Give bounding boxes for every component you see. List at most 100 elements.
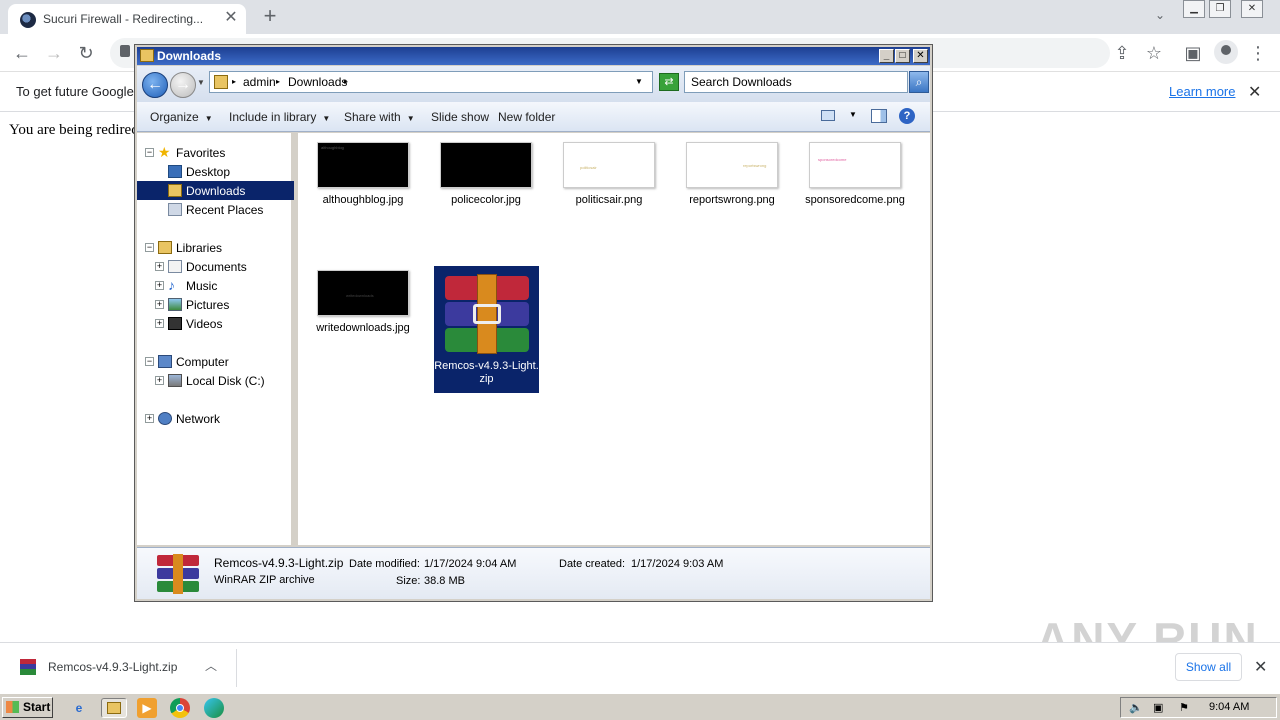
restore-window-button[interactable]: ❐ [1209,0,1231,18]
profile-avatar[interactable] [1214,40,1238,64]
collapse-icon[interactable]: − [145,243,154,252]
file-name: policecolor.jpg [451,194,521,206]
winrar-archive-icon [441,274,533,356]
file-item-selected[interactable]: Remcos-v4.9.3-Light.zip [434,266,539,393]
organize-label: Organize [150,110,199,124]
clock[interactable]: 9:04 AM [1209,701,1249,713]
nav-pictures[interactable]: + Pictures [137,295,294,314]
person-icon [1221,45,1231,55]
edge-icon[interactable] [204,698,224,718]
file-item[interactable]: althoughblog althoughblog.jpg [313,142,413,207]
show-all-button[interactable]: Show all [1175,653,1242,681]
chevron-up-icon[interactable]: ︿ [205,657,217,674]
explorer-window: Downloads _ □ ✕ ← → ▼ ▸ admin ▸ Download… [134,44,933,602]
kebab-menu-icon[interactable]: ⋮ [1246,41,1270,65]
include-in-library-button[interactable]: Include in library ▼ [229,110,330,124]
nav-desktop[interactable]: Desktop [137,162,294,181]
breadcrumb-separator-icon[interactable]: ▸ [276,77,280,86]
expand-icon[interactable]: + [155,300,164,309]
start-button[interactable]: Start [2,697,53,718]
maximize-button[interactable]: □ [895,49,910,63]
chrome-icon[interactable] [170,698,190,718]
collapse-icon[interactable]: − [145,148,154,157]
tab-title: Sucuri Firewall - Redirecting... [43,12,203,26]
expand-icon[interactable]: + [155,262,164,271]
close-button[interactable]: ✕ [913,49,928,63]
minimize-button[interactable]: _ [879,49,894,63]
change-view-icon[interactable] [821,110,835,121]
nav-music[interactable]: + ♪ Music [137,276,294,295]
chevron-down-icon[interactable]: ⌄ [1150,8,1170,28]
forward-button[interactable]: → [170,72,196,98]
slide-show-button[interactable]: Slide show [431,110,489,124]
breadcrumb-admin[interactable]: admin [243,75,276,89]
downloads-folder-icon [168,184,182,197]
network-tray-icon[interactable]: ▣ [1153,701,1163,714]
address-dropdown-icon[interactable]: ▼ [635,77,643,86]
help-icon[interactable]: ? [899,108,915,124]
expand-icon[interactable]: + [155,281,164,290]
file-item[interactable]: writedownloads writedownloads.jpg [313,270,413,335]
close-window-button[interactable]: ✕ [1241,0,1263,18]
refresh-icon[interactable]: ⇄ [659,73,679,91]
nav-computer[interactable]: − Computer [137,352,294,371]
windows-explorer-taskbar-button[interactable] [101,698,127,718]
back-button[interactable]: ← [142,72,168,98]
side-panel-icon[interactable]: ▣ [1181,41,1205,65]
nav-videos[interactable]: + Videos [137,314,294,333]
back-arrow-icon[interactable]: ← [10,41,34,65]
search-icon[interactable]: ⌕ [909,71,929,93]
command-bar: Organize ▼ Include in library ▼ Share with… [137,102,930,132]
volume-icon[interactable]: 🔈 [1129,701,1143,714]
explorer-address-bar[interactable]: ▸ admin ▸ Downloads ▸ ▼ [209,71,653,93]
tab-close-icon[interactable]: ✕ [222,9,240,27]
minimize-window-button[interactable]: ▁ [1183,0,1205,18]
nav-recent-places-label: Recent Places [186,203,264,217]
learn-more-link[interactable]: Learn more [1169,84,1235,99]
collapse-icon[interactable]: − [145,357,154,366]
nav-libraries[interactable]: − Libraries [137,238,294,257]
breadcrumb-separator-icon[interactable]: ▸ [344,77,348,86]
nav-documents[interactable]: + Documents [137,257,294,276]
close-shelf-icon[interactable]: ✕ [1254,657,1267,677]
internet-explorer-icon[interactable]: e [69,698,89,718]
share-icon[interactable]: ⇪ [1110,41,1134,65]
explorer-title-bar[interactable]: Downloads _ □ ✕ [137,47,930,65]
expand-icon[interactable]: + [145,414,154,423]
forward-arrow-icon[interactable]: → [42,41,66,65]
details-file-name: Remcos-v4.9.3-Light.zip [214,556,344,570]
nav-favorites[interactable]: − ★ Favorites [137,143,294,162]
file-item[interactable]: policecolor.jpg [436,142,536,207]
expand-icon[interactable]: + [155,319,164,328]
share-with-button[interactable]: Share with ▼ [344,110,415,124]
nav-network[interactable]: + Network [137,409,294,428]
redirect-message: You are being redirec [9,122,138,138]
view-options-dropdown-icon[interactable]: ▼ [849,110,857,119]
nav-recent-places[interactable]: Recent Places [137,200,294,219]
expand-icon[interactable]: + [155,376,164,385]
file-item[interactable]: politicsair politicsair.png [559,142,659,207]
organize-button[interactable]: Organize ▼ [150,110,213,124]
browser-tab[interactable]: Sucuri Firewall - Redirecting... ✕ [8,4,246,34]
download-item-name[interactable]: Remcos-v4.9.3-Light.zip [48,660,177,674]
file-item[interactable]: reportswrong reportswrong.png [682,142,782,207]
breadcrumb-downloads[interactable]: Downloads [288,75,347,89]
history-dropdown-icon[interactable]: ▼ [197,78,205,87]
new-folder-button[interactable]: New folder [498,110,555,124]
star-icon[interactable]: ☆ [1142,41,1166,65]
folder-icon [107,702,121,714]
flag-icon[interactable]: ⚑ [1179,701,1189,714]
file-item[interactable]: sponsoredcome sponsoredcome.png [805,142,905,207]
nav-downloads[interactable]: Downloads [137,181,294,200]
media-player-icon[interactable]: ▶ [137,698,157,718]
system-tray: 🔈 ▣ ⚑ [1120,697,1277,718]
details-file-type: WinRAR ZIP archive [214,574,315,586]
search-input[interactable]: Search Downloads [684,71,908,93]
reload-icon[interactable]: ↻ [74,41,98,65]
new-tab-button[interactable]: + [258,5,282,29]
nav-local-disk[interactable]: + Local Disk (C:) [137,371,294,390]
explorer-address-row: ← → ▼ ▸ admin ▸ Downloads ▸ ▼ ⇄ Search D… [137,66,930,102]
info-bar-close-icon[interactable]: ✕ [1248,82,1261,102]
preview-pane-icon[interactable] [871,109,887,123]
breadcrumb-separator-icon[interactable]: ▸ [232,77,236,86]
